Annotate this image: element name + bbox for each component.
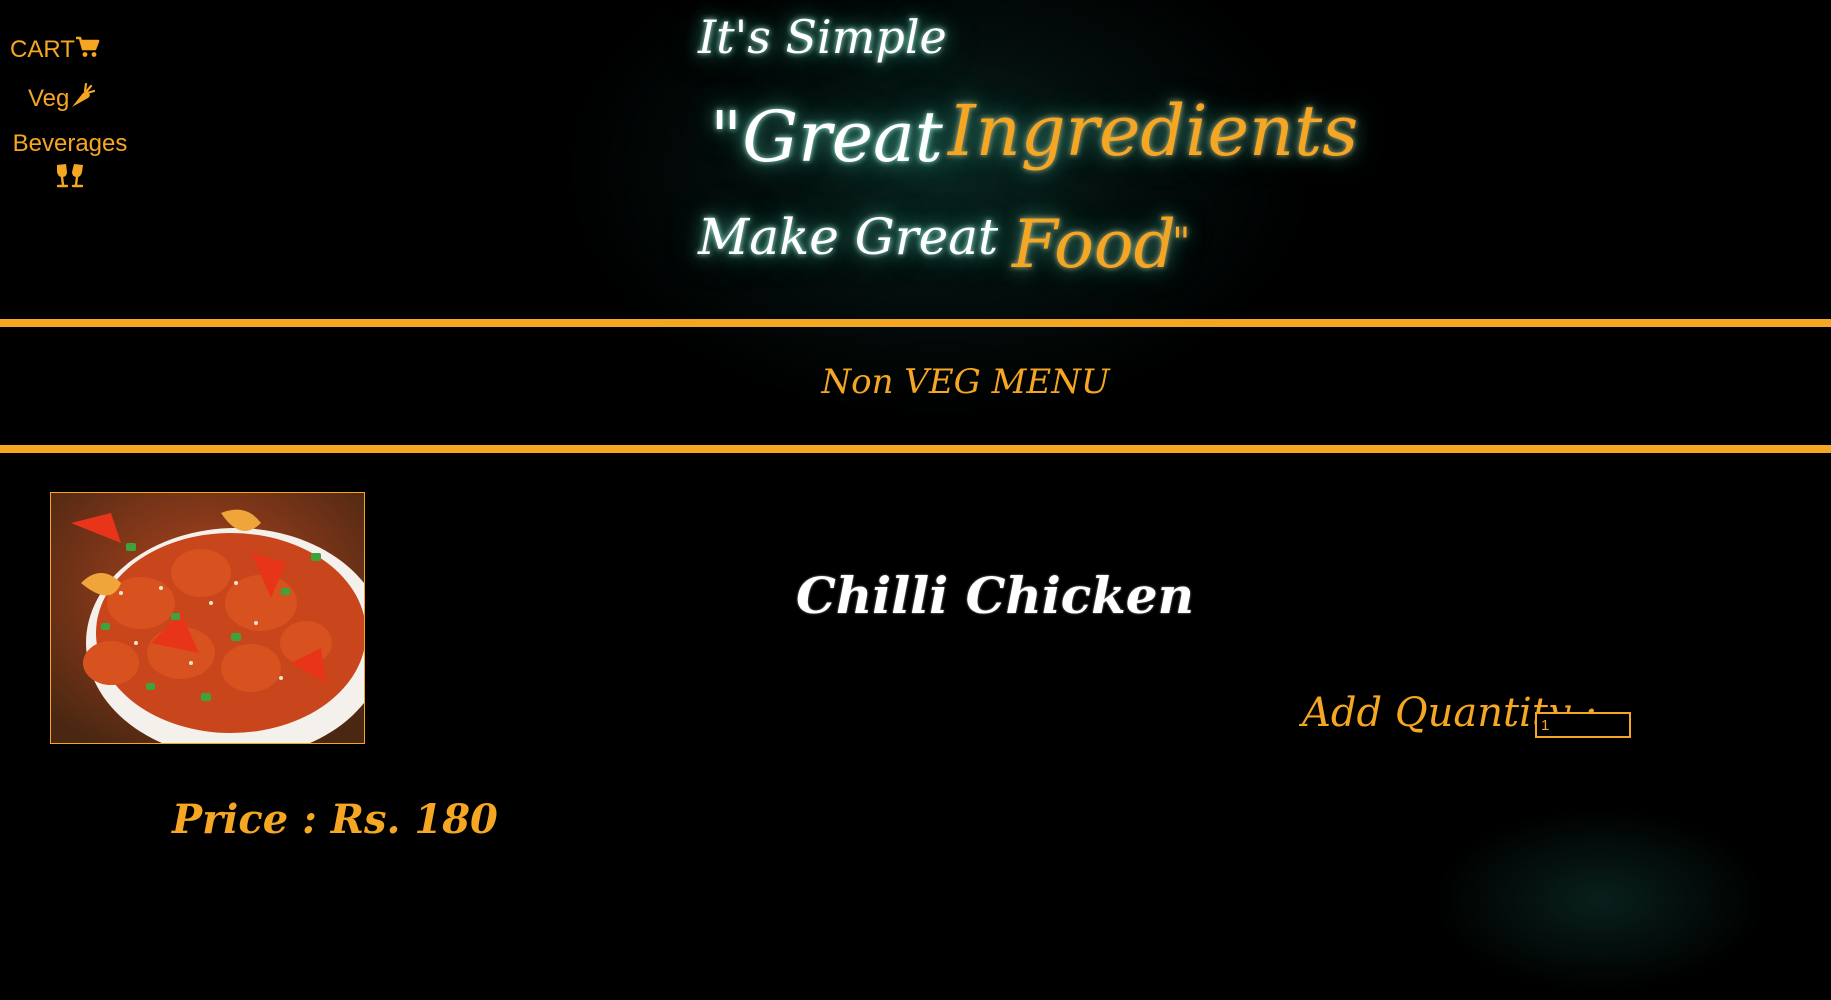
product-name: Chilli Chicken bbox=[796, 566, 1194, 625]
shopping-cart-icon bbox=[75, 36, 101, 65]
background-glow-bottom bbox=[1420, 800, 1780, 1000]
hero-closing-quote: " bbox=[1172, 220, 1191, 266]
hero-line-2-great: "Great bbox=[710, 96, 943, 178]
hero-line-3-food: Food bbox=[1012, 206, 1176, 283]
hero-line-1: It's Simple bbox=[698, 10, 947, 64]
divider-bottom bbox=[0, 445, 1831, 453]
quantity-input[interactable] bbox=[1535, 712, 1631, 738]
hero-line-2-ingredients: Ingredients bbox=[948, 90, 1359, 172]
cheers-glasses-icon bbox=[53, 162, 87, 195]
nav-beverages-link[interactable]: Beverages bbox=[0, 130, 140, 195]
carrot-icon bbox=[69, 82, 96, 116]
nav-cart-label: CART bbox=[10, 36, 75, 63]
nav-cart-link[interactable]: CART bbox=[10, 36, 101, 65]
product-price: Price : Rs. 180 bbox=[172, 796, 498, 843]
menu-title: Non VEG MENU bbox=[821, 362, 1110, 402]
nav-veg-link[interactable]: Veg bbox=[28, 82, 96, 116]
nav-beverages-label: Beverages bbox=[12, 130, 128, 157]
nav-veg-label: Veg bbox=[28, 84, 70, 112]
hero-line-3-make-great: Make Great bbox=[698, 208, 999, 266]
divider-top bbox=[0, 319, 1831, 327]
